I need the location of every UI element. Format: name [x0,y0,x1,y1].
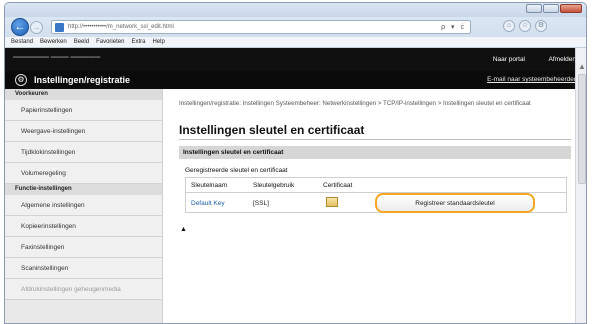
email-admin-link[interactable]: E-mail naar systeembeheerder [487,76,576,83]
forward-arrow-icon[interactable]: → [30,21,43,34]
app-title: Instellingen/registratie [34,75,131,85]
address-text[interactable]: http://•••••••••••/m_network_ssl_edit.ht… [68,24,174,30]
minimize-button[interactable] [526,4,542,13]
navigation-bar: ← → http://•••••••••••/m_network_ssl_edi… [5,17,586,37]
scroll-thumb[interactable] [578,74,586,184]
gear-icon[interactable]: ⚙ [535,20,547,32]
registered-keys-label: Geregistreerde sleutel en certificaat [185,167,288,174]
sidebar-item-volume[interactable]: Volumeregeling [5,163,162,184]
register-default-key-button[interactable]: Registreer standaardsleutel [375,193,535,213]
star-icon[interactable]: ☆ [519,20,531,32]
device-info-blurred: ▬▬▬▬▬▬ ▬▬▬ ▬▬▬▬▬ [13,54,101,60]
sidebar-item-copy[interactable]: Kopieerinstellingen [5,216,162,237]
sidebar-item-paper[interactable]: Papierinstellingen [5,100,162,121]
page-icon [55,23,64,32]
title-bar [5,3,586,17]
menu-help[interactable]: Help [152,37,164,47]
sidebar-section-functions: Functie-instellingen [5,184,162,195]
column-key-name: Sleutelnaam [191,182,228,189]
key-name-link[interactable]: Default Key [191,200,225,207]
section-header: Instellingen sleutel en certificaat [179,146,571,159]
certificate-icon[interactable] [326,197,338,207]
key-usage-value: [SSL] [253,200,269,207]
menu-file[interactable]: Bestand [11,37,33,47]
sidebar-item-display[interactable]: Weergave-instellingen [5,121,162,142]
menu-tools[interactable]: Extra [131,37,145,47]
menu-favorites[interactable]: Favorieten [96,37,124,47]
home-icon[interactable]: ⌂ [503,20,515,32]
browser-window: ← → http://•••••••••••/m_network_ssl_edi… [4,2,587,324]
settings-logo-icon: ⚙ [15,74,27,86]
title-divider [179,139,571,140]
sidebar-item-scan[interactable]: Scaninstellingen [5,258,162,279]
page-scrollbar[interactable]: ▲ [575,48,586,323]
sidebar-section-preferences: Voorkeuren [5,89,162,100]
menu-edit[interactable]: Bewerken [40,37,67,47]
column-certificate: Certificaat [323,182,353,189]
sidebar-item-common[interactable]: Algemene instellingen [5,195,162,216]
scroll-top-arrow-icon[interactable]: ▲ [180,226,187,233]
breadcrumb: Instellingen/registratie: Instellingen S… [179,100,531,107]
sidebar-item-timer[interactable]: Tijdklokinstellingen [5,142,162,163]
maximize-button[interactable] [543,4,559,13]
address-bar[interactable]: http://•••••••••••/m_network_ssl_edit.ht… [51,20,471,34]
app-title-bar: ⚙ Instellingen/registratie E-mail naar s… [5,71,586,89]
window-controls [526,4,582,13]
column-key-usage: Sleutelgebruik [253,182,295,189]
main-content: Instellingen/registratie: Instellingen S… [163,89,575,323]
scroll-up-arrow-icon[interactable]: ▲ [578,62,586,71]
address-controls[interactable]: ρ ▾ ċ [441,23,466,31]
page-title: Instellingen sleutel en certificaat [179,123,365,137]
logout-link[interactable]: Afmelden [549,56,576,63]
portal-link[interactable]: Naar portal [493,56,525,63]
sidebar-item-fax[interactable]: Faxinstellingen [5,237,162,258]
close-button[interactable] [560,4,582,13]
sidebar-item-memory-media-print[interactable]: Afdrukinstellingen geheugenmedia [5,279,162,300]
menu-bar: Bestand Bewerken Beeld Favorieten Extra … [5,37,586,48]
app-top-bar: ▬▬▬▬▬▬ ▬▬▬ ▬▬▬▬▬ Naar portal Afmelden [5,48,586,71]
sidebar: Voorkeuren Papierinstellingen Weergave-i… [5,89,163,323]
back-arrow-icon[interactable]: ← [11,18,29,36]
menu-view[interactable]: Beeld [74,37,89,47]
browser-toolbar-icons: ⌂ ☆ ⚙ [503,20,547,32]
